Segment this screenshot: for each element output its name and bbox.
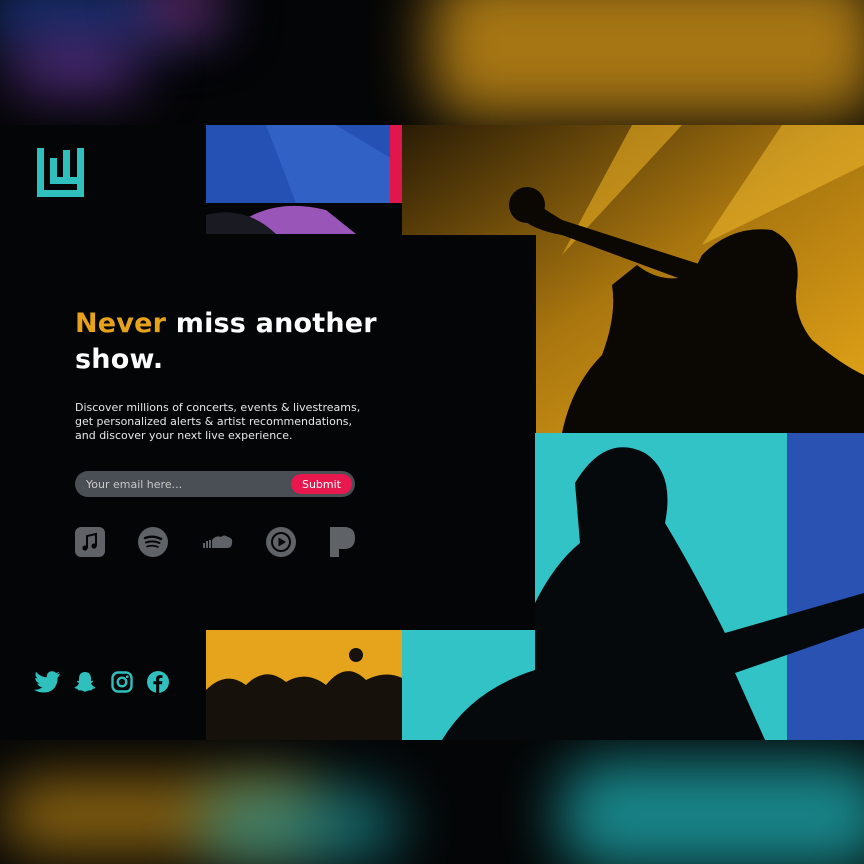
soundcloud-icon[interactable] — [202, 527, 233, 557]
snapchat-icon[interactable] — [74, 671, 96, 693]
youtube-music-icon[interactable] — [266, 527, 296, 557]
page-title: Never miss another show. — [75, 306, 377, 378]
spotify-icon[interactable] — [138, 527, 168, 557]
headline-line2: show. — [75, 344, 164, 375]
apple-music-icon[interactable] — [75, 527, 105, 557]
brand-logo-icon[interactable] — [37, 148, 84, 197]
photo-cyan-strip — [402, 630, 535, 740]
photo-guitar-player — [535, 433, 864, 740]
email-signup-form: Submit — [75, 471, 355, 497]
instagram-icon[interactable] — [111, 671, 133, 693]
photo-blue-stage — [206, 125, 402, 234]
photo-trumpet-player — [402, 125, 864, 433]
hero-description: Discover millions of concerts, events & … — [75, 401, 361, 442]
facebook-icon[interactable] — [147, 671, 169, 693]
headline-line1: miss another — [166, 308, 377, 339]
email-field[interactable] — [75, 471, 291, 497]
headline-accent-word: Never — [75, 308, 167, 339]
photo-crowd — [206, 630, 402, 740]
pandora-icon[interactable] — [330, 527, 360, 557]
twitter-icon[interactable] — [34, 671, 60, 693]
submit-button[interactable]: Submit — [290, 474, 352, 494]
